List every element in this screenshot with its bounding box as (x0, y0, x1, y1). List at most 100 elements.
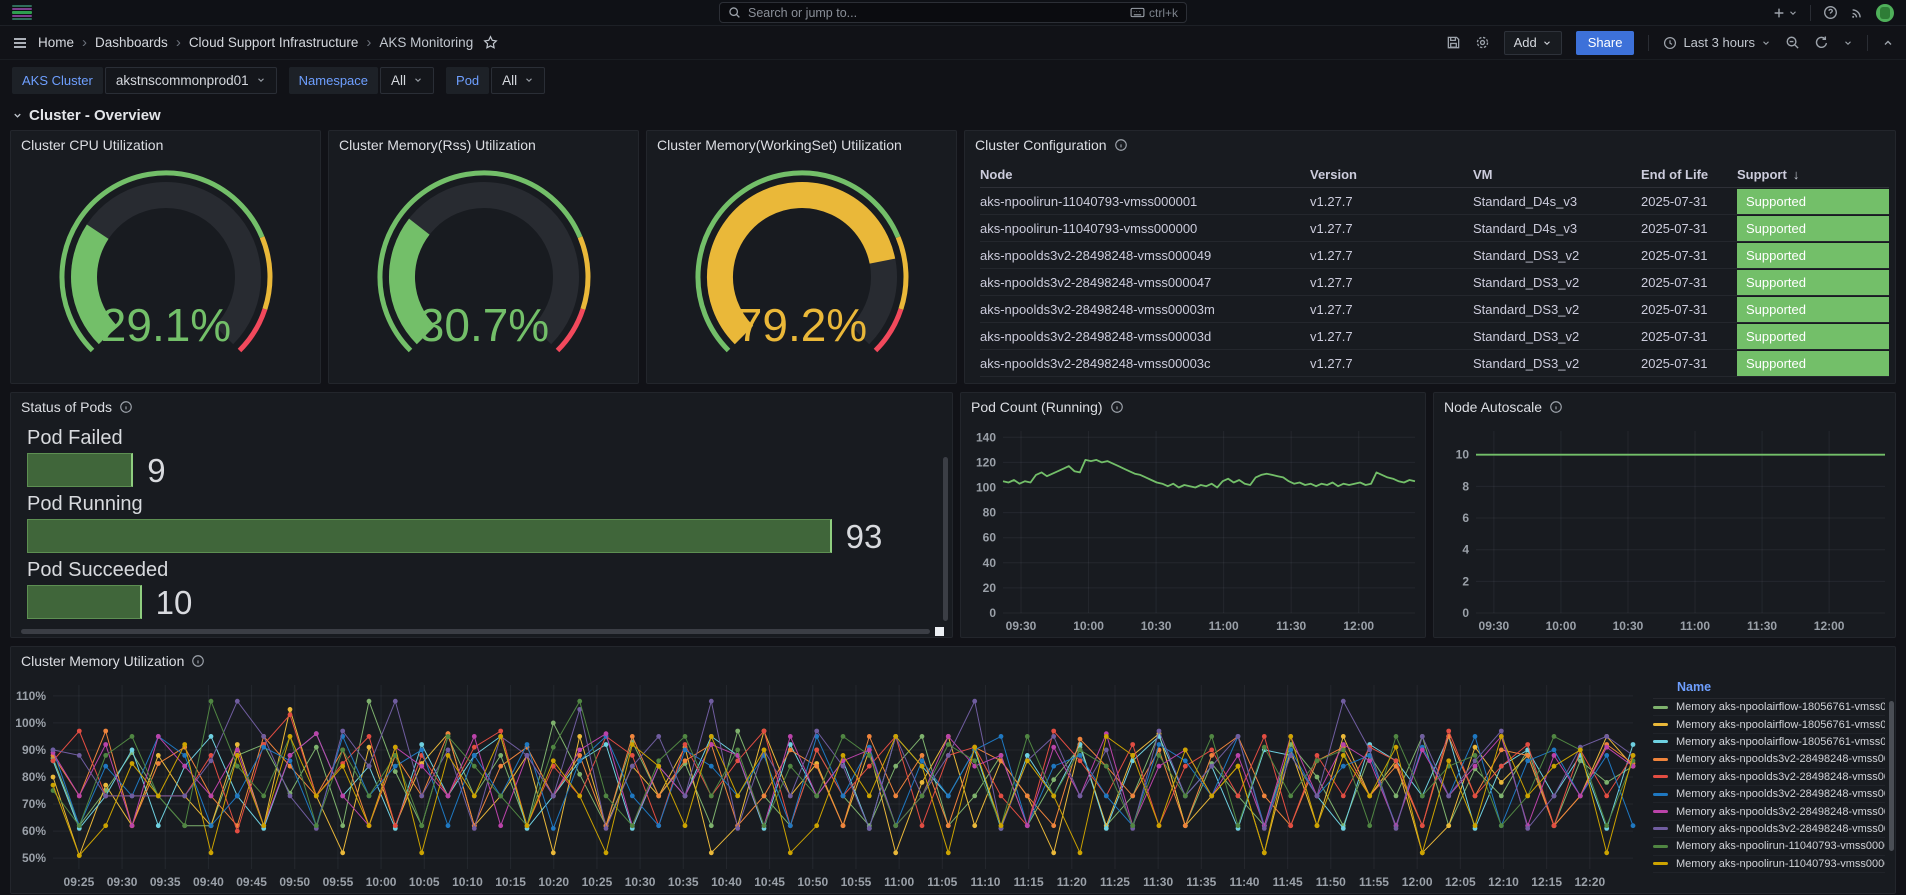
data-point (1604, 823, 1609, 828)
node-autoscale-chart[interactable]: 024681009:3010:0010:3011:0011:3012:00 (1434, 421, 1895, 637)
save-dashboard-icon[interactable] (1446, 35, 1461, 50)
x-tick-label: 09:50 (279, 875, 310, 889)
legend-scrollbar[interactable] (1889, 701, 1894, 851)
gauge-value: 29.1% (100, 299, 230, 351)
help-button[interactable] (1823, 5, 1838, 20)
legend-item[interactable]: Memory aks-npoolairflow-18056761-vmss000… (1653, 734, 1885, 751)
legend-swatch (1653, 723, 1668, 726)
data-point (1604, 745, 1609, 750)
table-cell: 2025-07-31 (1641, 215, 1737, 241)
column-header-vm[interactable]: VM (1473, 161, 1641, 187)
data-point (1288, 794, 1293, 799)
data-point (709, 794, 714, 799)
value-bar (27, 519, 832, 553)
breadcrumb-item[interactable]: Cloud Support Infrastructure (189, 35, 359, 50)
data-point (920, 780, 925, 785)
x-tick-label: 12:10 (1488, 875, 1519, 889)
new-menu-button[interactable] (1772, 6, 1798, 20)
zoom-out-time-icon[interactable] (1785, 35, 1800, 50)
refresh-icon[interactable] (1814, 35, 1829, 50)
legend-item[interactable]: Memory aks-npoolds3v2-28498248-vmss00004… (1653, 821, 1885, 838)
column-header-support[interactable]: Support↓ (1737, 161, 1889, 187)
column-header-node[interactable]: Node (980, 161, 1310, 187)
namespace-label: Namespace (289, 67, 378, 94)
pod-count-chart[interactable]: 02040608010012014009:3010:0010:3011:0011… (961, 421, 1425, 637)
panel-header[interactable]: Pod Count (Running) (961, 393, 1425, 421)
data-point (472, 764, 477, 769)
x-tick-label: 10:00 (1073, 619, 1104, 633)
user-avatar[interactable] (1876, 4, 1894, 22)
data-point (77, 794, 82, 799)
pod-value: All (502, 73, 517, 88)
legend-item[interactable]: Memory aks-npoolirun-11040793-vmss000000 (1653, 838, 1885, 855)
search-input[interactable] (748, 6, 1123, 20)
panel-cluster-cpu-utilization: Cluster CPU Utilization 29.1% (10, 130, 321, 384)
panel-title: Status of Pods (21, 399, 112, 415)
news-rss-button[interactable] (1850, 6, 1864, 20)
support-status-cell: Supported (1737, 188, 1889, 214)
grafana-logo[interactable] (12, 5, 32, 21)
legend-label: Memory aks-npoolairflow-18056761-vmss000… (1676, 701, 1885, 713)
panel-header[interactable]: Status of Pods (11, 393, 952, 421)
data-point (1473, 823, 1478, 828)
panel-header[interactable]: Cluster Memory(Rss) Utilization (329, 131, 638, 159)
namespace-select[interactable]: All (380, 67, 434, 94)
aks-cluster-select[interactable]: akstnscommonprod01 (105, 67, 277, 94)
panel-header[interactable]: Cluster CPU Utilization (11, 131, 320, 159)
data-point (525, 823, 530, 828)
panel-header[interactable]: Node Autoscale (1434, 393, 1895, 421)
x-tick-label: 10:20 (538, 875, 569, 889)
time-range-picker[interactable]: Last 3 hours (1663, 35, 1771, 50)
data-point (1499, 729, 1504, 734)
data-point (182, 753, 187, 758)
scrollbar-thumb[interactable] (935, 627, 944, 636)
x-tick-label: 09:30 (1479, 619, 1510, 633)
favorite-star-icon[interactable] (483, 35, 498, 50)
search-bar[interactable]: ctrl+k (719, 2, 1187, 23)
data-point (1473, 764, 1478, 769)
collapse-toolbar-icon[interactable] (1882, 37, 1894, 49)
data-point (367, 699, 372, 704)
data-point (1420, 794, 1425, 799)
x-tick-label: 10:00 (366, 875, 397, 889)
data-point (103, 753, 108, 758)
breadcrumb-item[interactable]: Home (38, 35, 74, 50)
column-header-version[interactable]: Version (1310, 161, 1473, 187)
add-button[interactable]: Add (1504, 31, 1562, 55)
table-cell: 2025-07-31 (1641, 242, 1737, 268)
pod-select[interactable]: All (491, 67, 545, 94)
share-button[interactable]: Share (1576, 31, 1635, 55)
status-badge: Supported (1737, 243, 1889, 268)
data-point (261, 794, 266, 799)
data-point (841, 753, 846, 758)
legend-header-name[interactable]: Name (1653, 677, 1885, 699)
breadcrumb-item[interactable]: Dashboards (95, 35, 168, 50)
data-point (1078, 794, 1083, 799)
data-point (419, 823, 424, 828)
legend-item[interactable]: Memory aks-npoolairflow-18056761-vmss000… (1653, 699, 1885, 716)
data-point (1262, 745, 1267, 750)
data-point (1078, 850, 1083, 855)
horizontal-scrollbar[interactable] (21, 629, 930, 634)
legend-item[interactable]: Memory aks-npoolds3v2-28498248-vmss00003… (1653, 786, 1885, 803)
data-point (577, 699, 582, 704)
legend-item[interactable]: Memory aks-npoolairflow-18056761-vmss000… (1653, 716, 1885, 733)
legend-item[interactable]: Memory aks-npoolds3v2-28498248-vmss00003… (1653, 751, 1885, 768)
menu-toggle-button[interactable] (12, 35, 28, 51)
memory-utilization-chart[interactable]: 50%60%70%80%90%100%110%09:2509:3009:3509… (11, 675, 1643, 893)
legend-item[interactable]: Memory aks-npoolds3v2-28498248-vmss00004… (1653, 803, 1885, 820)
dashboard-settings-icon[interactable] (1475, 35, 1490, 50)
vertical-scrollbar[interactable] (943, 457, 948, 621)
panel-header[interactable]: Cluster Memory(WorkingSet) Utilization (647, 131, 956, 159)
panel-header[interactable]: Cluster Configuration (965, 131, 1895, 159)
panel-header[interactable]: Cluster Memory Utilization (11, 647, 1895, 675)
data-point (1446, 823, 1451, 828)
legend-item[interactable]: Memory aks-npoolirun-11040793-vmss000001 (1653, 856, 1885, 873)
data-point (1499, 734, 1504, 739)
row-cluster-overview[interactable]: Cluster - Overview (0, 100, 1906, 130)
legend-item[interactable]: Memory aks-npoolds3v2-28498248-vmss00003… (1653, 769, 1885, 786)
legend-label: Memory aks-npoolairflow-18056761-vmss000… (1676, 719, 1885, 731)
refresh-interval-dropdown[interactable] (1843, 38, 1853, 48)
column-header-end-of-life[interactable]: End of Life (1641, 161, 1737, 187)
table-cell: aks-npoolds3v2-28498248-vmss000047 (980, 269, 1310, 295)
